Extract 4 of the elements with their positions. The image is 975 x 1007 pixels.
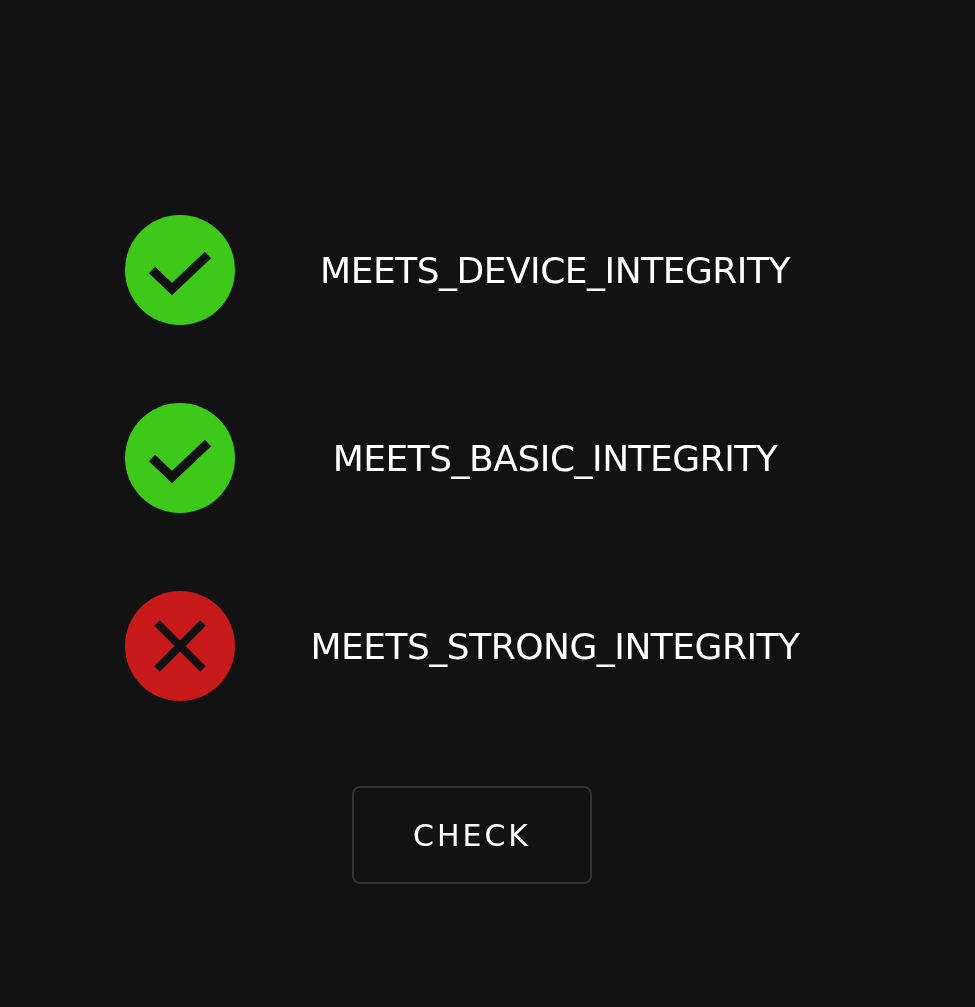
integrity-label: MEETS_BASIC_INTEGRITY	[332, 437, 778, 479]
integrity-label: MEETS_DEVICE_INTEGRITY	[320, 249, 790, 291]
check-button[interactable]: CHECK	[352, 786, 592, 884]
integrity-label: MEETS_STRONG_INTEGRITY	[310, 625, 800, 667]
